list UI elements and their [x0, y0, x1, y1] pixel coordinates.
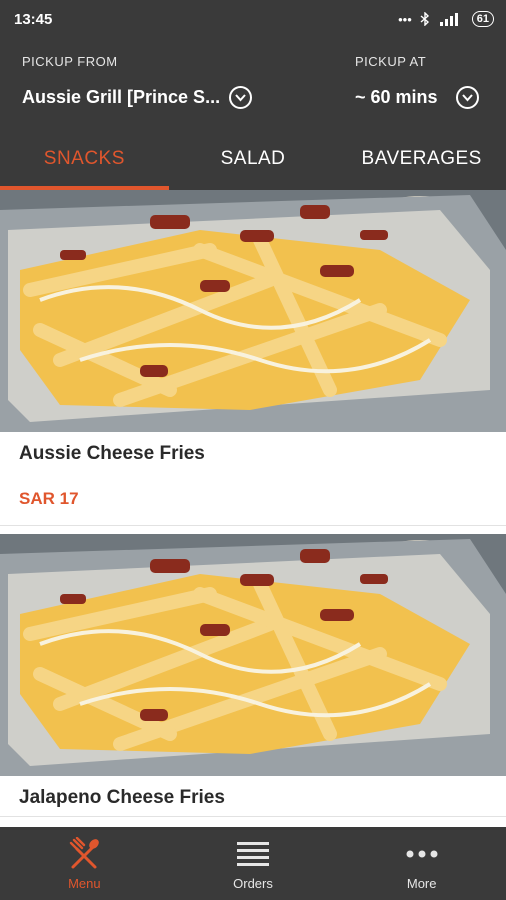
signal-icon: [439, 13, 458, 26]
pickup-header: PICKUP FROM Aussie Grill [Prince S... PI…: [0, 38, 506, 128]
pickup-from-value: Aussie Grill [Prince S...: [22, 87, 221, 107]
status-time: 13:45: [14, 10, 53, 28]
pickup-from-label: PICKUP FROM: [22, 54, 118, 69]
fork-spoon-icon: [67, 836, 101, 872]
battery-icon: 61: [471, 11, 494, 27]
nav-more-label: More: [406, 876, 437, 891]
nav-menu[interactable]: Menu: [0, 827, 169, 900]
tab-snacks[interactable]: SNACKS: [0, 128, 169, 190]
cheese-fries-photo: [0, 190, 506, 432]
menu-list[interactable]: Aussie Cheese Fries SAR 17 Jalapeno Chee…: [0, 190, 506, 827]
pickup-from-selector[interactable]: PICKUP FROM Aussie Grill [Prince S...: [22, 54, 262, 109]
dots-icon: •••: [398, 11, 412, 27]
pickup-at-selector[interactable]: PICKUP AT ~ 60 mins: [355, 54, 490, 109]
bottom-nav: Menu Orders More: [0, 827, 506, 900]
menu-item-card[interactable]: Aussie Cheese Fries SAR 17: [0, 190, 506, 526]
tab-salad[interactable]: SALAD: [169, 128, 338, 190]
nav-more[interactable]: More: [337, 827, 506, 900]
chevron-down-icon[interactable]: [455, 86, 479, 109]
pickup-at-label: PICKUP AT: [355, 54, 427, 69]
pickup-at-value: ~ 60 mins: [355, 87, 438, 107]
more-dots-icon: [405, 836, 439, 872]
list-icon: [236, 836, 270, 872]
menu-item-card[interactable]: Jalapeno Cheese Fries: [0, 534, 506, 817]
status-bar: 13:45 ••• 61: [0, 0, 506, 38]
nav-orders[interactable]: Orders: [169, 827, 338, 900]
chevron-down-icon[interactable]: [229, 86, 253, 109]
menu-item-title: Jalapeno Cheese Fries: [19, 787, 225, 808]
menu-item-price: SAR 17: [19, 489, 79, 508]
nav-orders-label: Orders: [233, 876, 273, 891]
status-icons: ••• 61: [398, 11, 494, 27]
cheese-fries-photo: [0, 534, 506, 776]
bluetooth-icon: [420, 12, 429, 26]
nav-menu-label: Menu: [68, 876, 101, 891]
menu-item-title: Aussie Cheese Fries: [19, 443, 205, 464]
tab-baverages[interactable]: BAVERAGES: [337, 128, 506, 190]
category-tabs: SNACKS SALAD BAVERAGES: [0, 128, 506, 190]
